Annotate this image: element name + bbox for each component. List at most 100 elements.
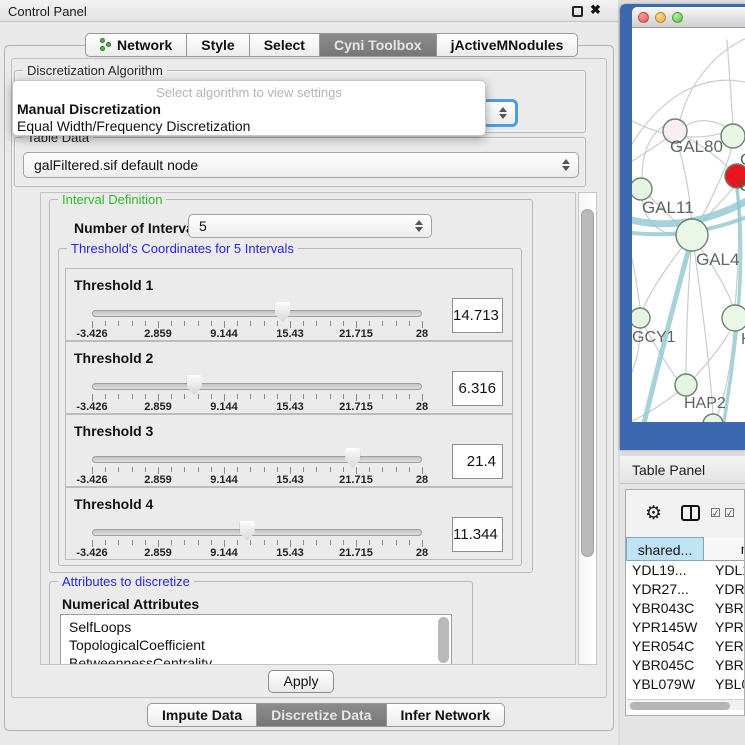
numerical-attributes-label: Numerical Attributes: [62, 596, 199, 612]
network-node-gal11[interactable]: [632, 178, 652, 200]
mac-zoom-icon[interactable]: [672, 12, 683, 23]
tick-mark: [105, 540, 106, 545]
table-cell[interactable]: YBR043C: [626, 599, 704, 618]
attribute-item[interactable]: TopologicalCoefficient: [69, 637, 205, 653]
tick-mark: [369, 394, 370, 399]
node-table: ⚙ ☑ ☑ shared...na YDL19...YDL1YDR27...YD…: [625, 489, 745, 716]
close-icon[interactable]: ✖: [590, 2, 601, 18]
network-node-gal4[interactable]: [676, 219, 708, 251]
attribute-item[interactable]: SelfLoops: [69, 619, 131, 635]
slider-track[interactable]: [92, 456, 422, 463]
table-cell[interactable]: YER0: [704, 637, 745, 656]
table-cell[interactable]: YER054C: [626, 637, 704, 656]
table-cell[interactable]: YDR27...: [626, 580, 704, 599]
table-cell[interactable]: YPR145W: [626, 618, 704, 637]
network-node[interactable]: [703, 414, 723, 422]
table-row[interactable]: YBR043CYBR0: [626, 599, 745, 618]
network-window-titlebar[interactable]: [632, 7, 745, 28]
table-data-combo[interactable]: galFiltered.sif default node: [23, 152, 579, 178]
settings-scrollbar[interactable]: [578, 192, 597, 665]
tick-mark: [382, 467, 383, 472]
table-cell[interactable]: YDL1: [704, 561, 745, 580]
mac-minimize-icon[interactable]: [655, 12, 666, 23]
mode-tab-label: Infer Network: [401, 707, 490, 723]
select-none-icon[interactable]: ☑: [724, 506, 735, 520]
threshold-value-field[interactable]: 21.4: [452, 444, 503, 479]
tick-mark: [316, 540, 317, 545]
table-cell[interactable]: YDR2: [704, 580, 745, 599]
table-cell[interactable]: YBL0: [704, 675, 745, 690]
attribute-item[interactable]: BetweennessCentrality: [69, 655, 212, 665]
combo-stepper-icon: [415, 220, 423, 232]
tick-mark: [330, 321, 331, 326]
tick-label: 21.715: [339, 328, 373, 340]
tick-mark: [303, 321, 304, 326]
column-header-2[interactable]: na: [704, 537, 745, 561]
threshold-value-field[interactable]: 14.713: [452, 298, 503, 333]
tick-mark: [211, 467, 212, 472]
tick-mark: [277, 321, 278, 326]
number-of-intervals-combo[interactable]: 5: [188, 214, 432, 238]
float-panel-icon[interactable]: [572, 6, 583, 17]
column-header-1[interactable]: shared...: [626, 537, 704, 561]
network-canvas[interactable]: GAL80GCGAL11GAL4GCY1HHAP2: [632, 28, 745, 422]
tab-select[interactable]: Select: [250, 33, 320, 57]
table-row[interactable]: YDL19...YDL1: [626, 561, 745, 580]
tick-mark: [369, 321, 370, 326]
table-cell[interactable]: YDL19...: [626, 561, 704, 580]
table-cell[interactable]: YBR045C: [626, 656, 704, 675]
slider-knob[interactable]: [240, 521, 255, 541]
mode-tab-infer-network[interactable]: Infer Network: [387, 703, 505, 727]
apply-button[interactable]: Apply: [268, 670, 334, 693]
gear-icon[interactable]: ⚙: [645, 502, 662, 525]
slider-track[interactable]: [92, 383, 422, 390]
threshold-value-field[interactable]: 6.316: [452, 371, 503, 406]
tab-cyni-toolbox[interactable]: Cyni Toolbox: [320, 33, 437, 57]
slider-knob[interactable]: [275, 302, 290, 322]
split-columns-icon[interactable]: [681, 505, 700, 521]
mode-tab-discretize-data[interactable]: Discretize Data: [257, 703, 386, 727]
slider-knob[interactable]: [187, 375, 202, 395]
table-row[interactable]: YBR045CYBR0: [626, 656, 745, 675]
mac-close-icon[interactable]: [638, 12, 649, 23]
slider-track[interactable]: [92, 310, 422, 317]
network-graph: GAL80GCGAL11GAL4GCY1HHAP2: [632, 28, 745, 422]
attributes-list[interactable]: SelfLoops TopologicalCoefficient Betweenne…: [60, 614, 452, 665]
mode-tab-impute-data[interactable]: Impute Data: [147, 703, 257, 727]
scrollbar-thumb[interactable]: [630, 702, 730, 710]
network-node-gcy1[interactable]: [632, 308, 650, 328]
tab-style[interactable]: Style: [187, 33, 249, 57]
table-cell[interactable]: YBL079W: [626, 675, 704, 690]
tick-label: 9.144: [210, 401, 238, 413]
dropdown-item-manual[interactable]: Manual Discretization: [17, 101, 161, 117]
select-all-icon[interactable]: ☑: [710, 506, 721, 520]
attributes-list-scrollbar[interactable]: [438, 617, 449, 663]
dropdown-item-equal-width[interactable]: Equal Width/Frequency Discretization: [17, 118, 250, 134]
network-node-g[interactable]: [721, 124, 745, 148]
threshold-value-field[interactable]: 11.344: [452, 517, 503, 552]
table-cell[interactable]: YPR1: [704, 618, 745, 637]
scrollbar-thumb[interactable]: [581, 209, 594, 557]
table-cell[interactable]: YBR0: [704, 656, 745, 675]
table-row[interactable]: YDR27...YDR2: [626, 580, 745, 599]
tick-mark: [369, 540, 370, 545]
table-row[interactable]: YBL079WYBL0: [626, 675, 745, 690]
tick-mark: [158, 394, 159, 401]
tick-mark: [132, 540, 133, 545]
table-row[interactable]: YER054CYER0: [626, 637, 745, 656]
table-hscrollbar[interactable]: [627, 699, 744, 710]
tick-mark: [277, 394, 278, 399]
interval-group-title: Interval Definition: [58, 192, 166, 207]
tab-jactivemnodules[interactable]: jActiveMNodules: [437, 33, 579, 57]
tick-mark: [356, 540, 357, 547]
tick-mark: [264, 321, 265, 326]
network-node-h[interactable]: [722, 305, 745, 331]
tab-network[interactable]: Network: [85, 33, 187, 57]
table-cell[interactable]: YBR0: [704, 599, 745, 618]
node-label: GCY1: [632, 329, 676, 346]
slider-track[interactable]: [92, 529, 422, 536]
slider-knob[interactable]: [345, 448, 360, 468]
tick-mark: [277, 467, 278, 472]
table-row[interactable]: YPR145WYPR1: [626, 618, 745, 637]
network-node-hap2[interactable]: [675, 374, 697, 396]
